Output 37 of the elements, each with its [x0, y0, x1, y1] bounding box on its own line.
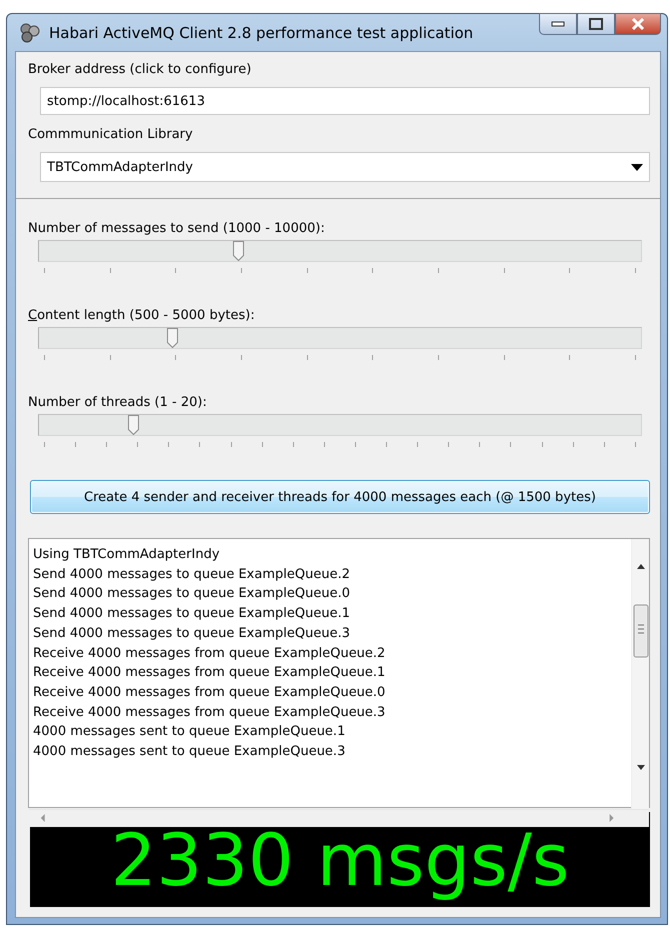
app-icon [19, 22, 41, 42]
maximize-button[interactable] [577, 13, 615, 35]
slider-track[interactable] [38, 240, 642, 262]
log-line: Send 4000 messages to queue ExampleQueue.1 [33, 605, 351, 624]
rate-text: 2330 msgs/s [110, 818, 570, 902]
broker-address-field[interactable]: stomp://localhost:61613 [40, 87, 650, 115]
dropdown-arrow-icon [631, 164, 643, 170]
log-line: Send 4000 messages to queue ExampleQueue.3 [33, 624, 351, 643]
log-line: Receive 4000 messages from queue ExampleQueue.2 [33, 644, 386, 663]
log-line: Receive 4000 messages from queue ExampleQueue.0 [33, 684, 386, 702]
log-line: Send 4000 messages to queue ExampleQueue.0 [33, 585, 351, 604]
close-icon [631, 18, 645, 30]
slider-label: Number of messages to send (1000 - 10000): [28, 221, 326, 236]
slider-track[interactable] [38, 414, 642, 436]
window-title: Habari ActiveMQ Client 2.8 performance test application [49, 24, 474, 42]
create-threads-button[interactable]: Create 4 sender and receiver threads for 4000 messages each (@ 1500 bytes) [30, 480, 650, 514]
close-button[interactable] [615, 13, 661, 35]
log-line: Receive 4000 messages from queue ExampleQueue.1 [33, 664, 386, 682]
slider-thumb[interactable] [128, 415, 140, 435]
minimize-icon [551, 21, 565, 27]
minimize-button[interactable] [539, 13, 577, 35]
log-line: Receive 4000 messages from queue ExampleQueue.3 [33, 704, 386, 722]
slider-label: Content length (500 - 5000 bytes): [28, 308, 256, 323]
library-dropdown[interactable]: TBTCommAdapterIndy [40, 152, 650, 182]
horizontal-scrollbar[interactable] [29, 809, 649, 827]
slider-thumb[interactable] [166, 328, 178, 348]
maximize-icon [589, 18, 603, 30]
log-line: 4000 messages sent to queue ExampleQueue.1 [33, 723, 346, 742]
log-line: 4000 messages sent to queue ExampleQueue.3 [33, 743, 346, 762]
log-line: Send 4000 messages to queue ExampleQueue.2 [33, 566, 351, 584]
log-line: Using TBTCommAdapterIndy [33, 546, 221, 564]
slider-label: Number of threads (1 - 20): [28, 395, 208, 410]
slider-track[interactable] [38, 327, 642, 349]
vertical-scrollbar[interactable] [631, 539, 649, 809]
field-label: Commmunication Library [28, 127, 194, 142]
field-label[interactable]: Broker address (click to configure) [28, 62, 650, 77]
slider-thumb[interactable] [233, 241, 244, 261]
